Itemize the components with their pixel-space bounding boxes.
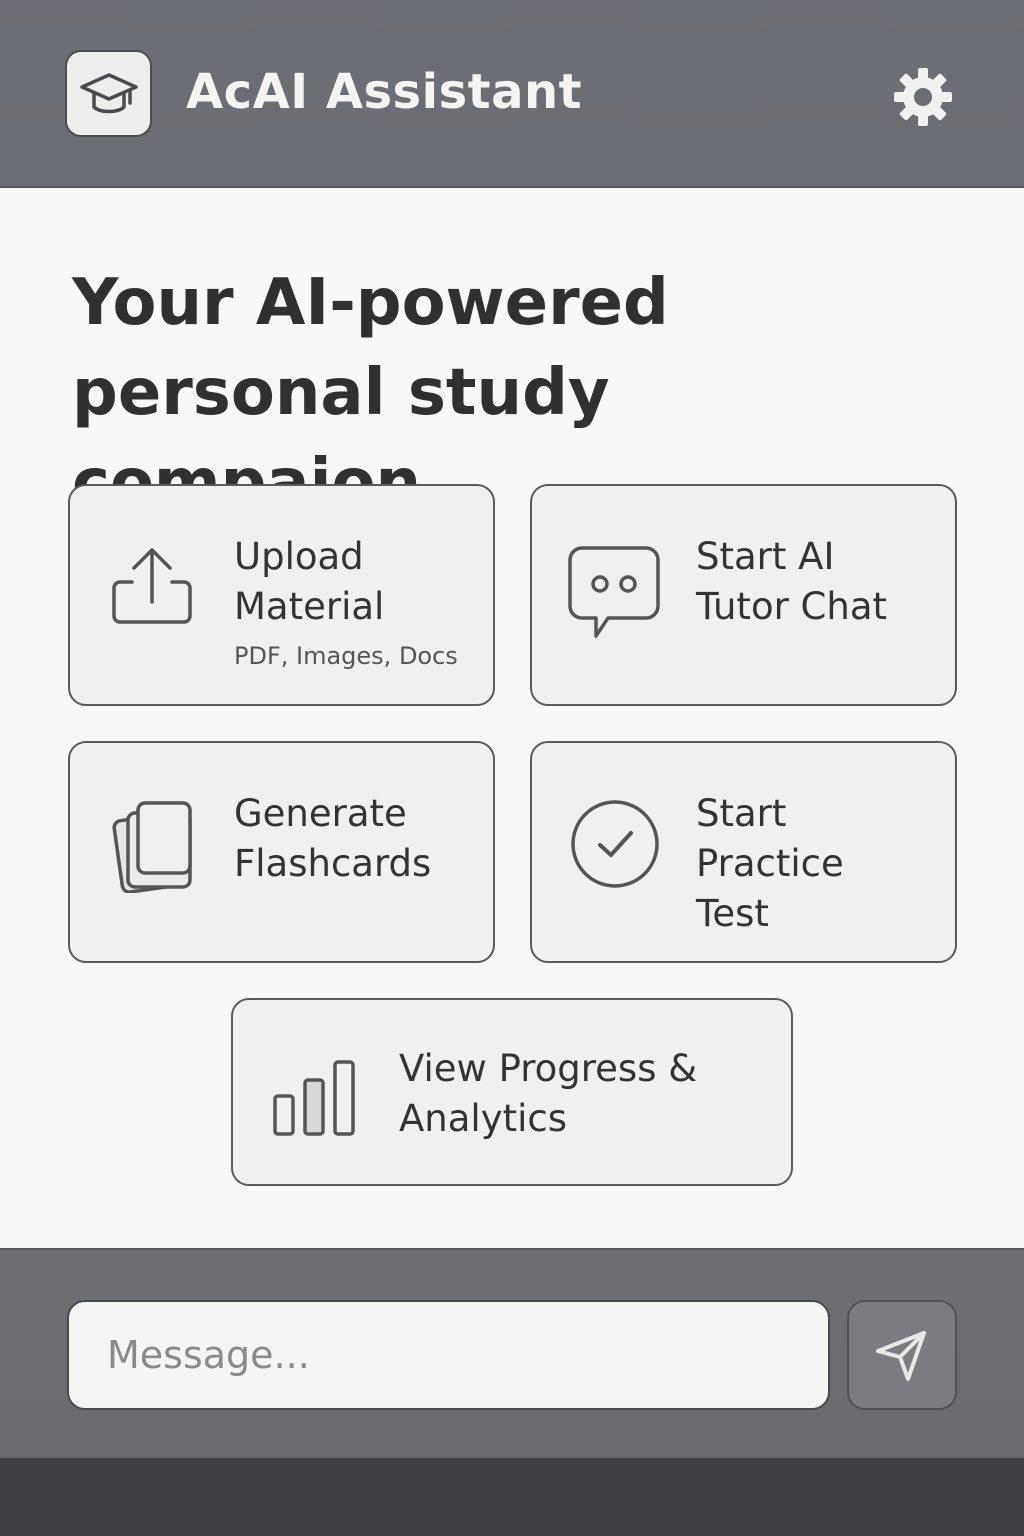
start-practice-test-card[interactable]: Start Practice Test: [530, 741, 957, 963]
start-practice-test-label: Start Practice Test: [696, 792, 844, 935]
message-input[interactable]: [67, 1300, 830, 1410]
upload-icon: [112, 548, 192, 624]
view-progress-analytics-label: View Progress & Analytics: [399, 1047, 698, 1140]
gear-icon: [894, 68, 952, 126]
upload-material-label: Upload Material: [234, 535, 385, 628]
generate-flashcards-label: Generate Flashcards: [234, 792, 432, 885]
generate-flashcards-card[interactable]: Generate Flashcards: [68, 741, 495, 963]
start-ai-tutor-chat-card[interactable]: Start AI Tutor Chat: [530, 484, 957, 706]
bottom-bar: [0, 1458, 1024, 1536]
main-content: Your AI-powered personal study compaion.…: [0, 190, 1024, 1248]
settings-button[interactable]: [890, 64, 956, 130]
upload-material-subtitle: PDF, Images, Docs: [234, 642, 458, 670]
upload-material-card[interactable]: Upload Material PDF, Images, Docs: [68, 484, 495, 706]
send-icon: [876, 1331, 926, 1381]
start-ai-tutor-chat-label: Start AI Tutor Chat: [696, 535, 888, 628]
send-button[interactable]: [847, 1300, 957, 1410]
bar-chart-icon: [273, 1060, 355, 1136]
app-header: AcAI Assistant: [0, 0, 1024, 188]
flashcards-icon: [112, 801, 192, 893]
app-title: AcAI Assistant: [186, 64, 583, 120]
chat-bubble-icon: [568, 546, 660, 638]
checkmark-circle-icon: [571, 800, 659, 888]
view-progress-analytics-card[interactable]: View Progress & Analytics: [231, 998, 793, 1186]
app-logo: [65, 50, 152, 137]
graduation-cap-icon: [79, 72, 138, 113]
message-bar: [0, 1248, 1024, 1458]
